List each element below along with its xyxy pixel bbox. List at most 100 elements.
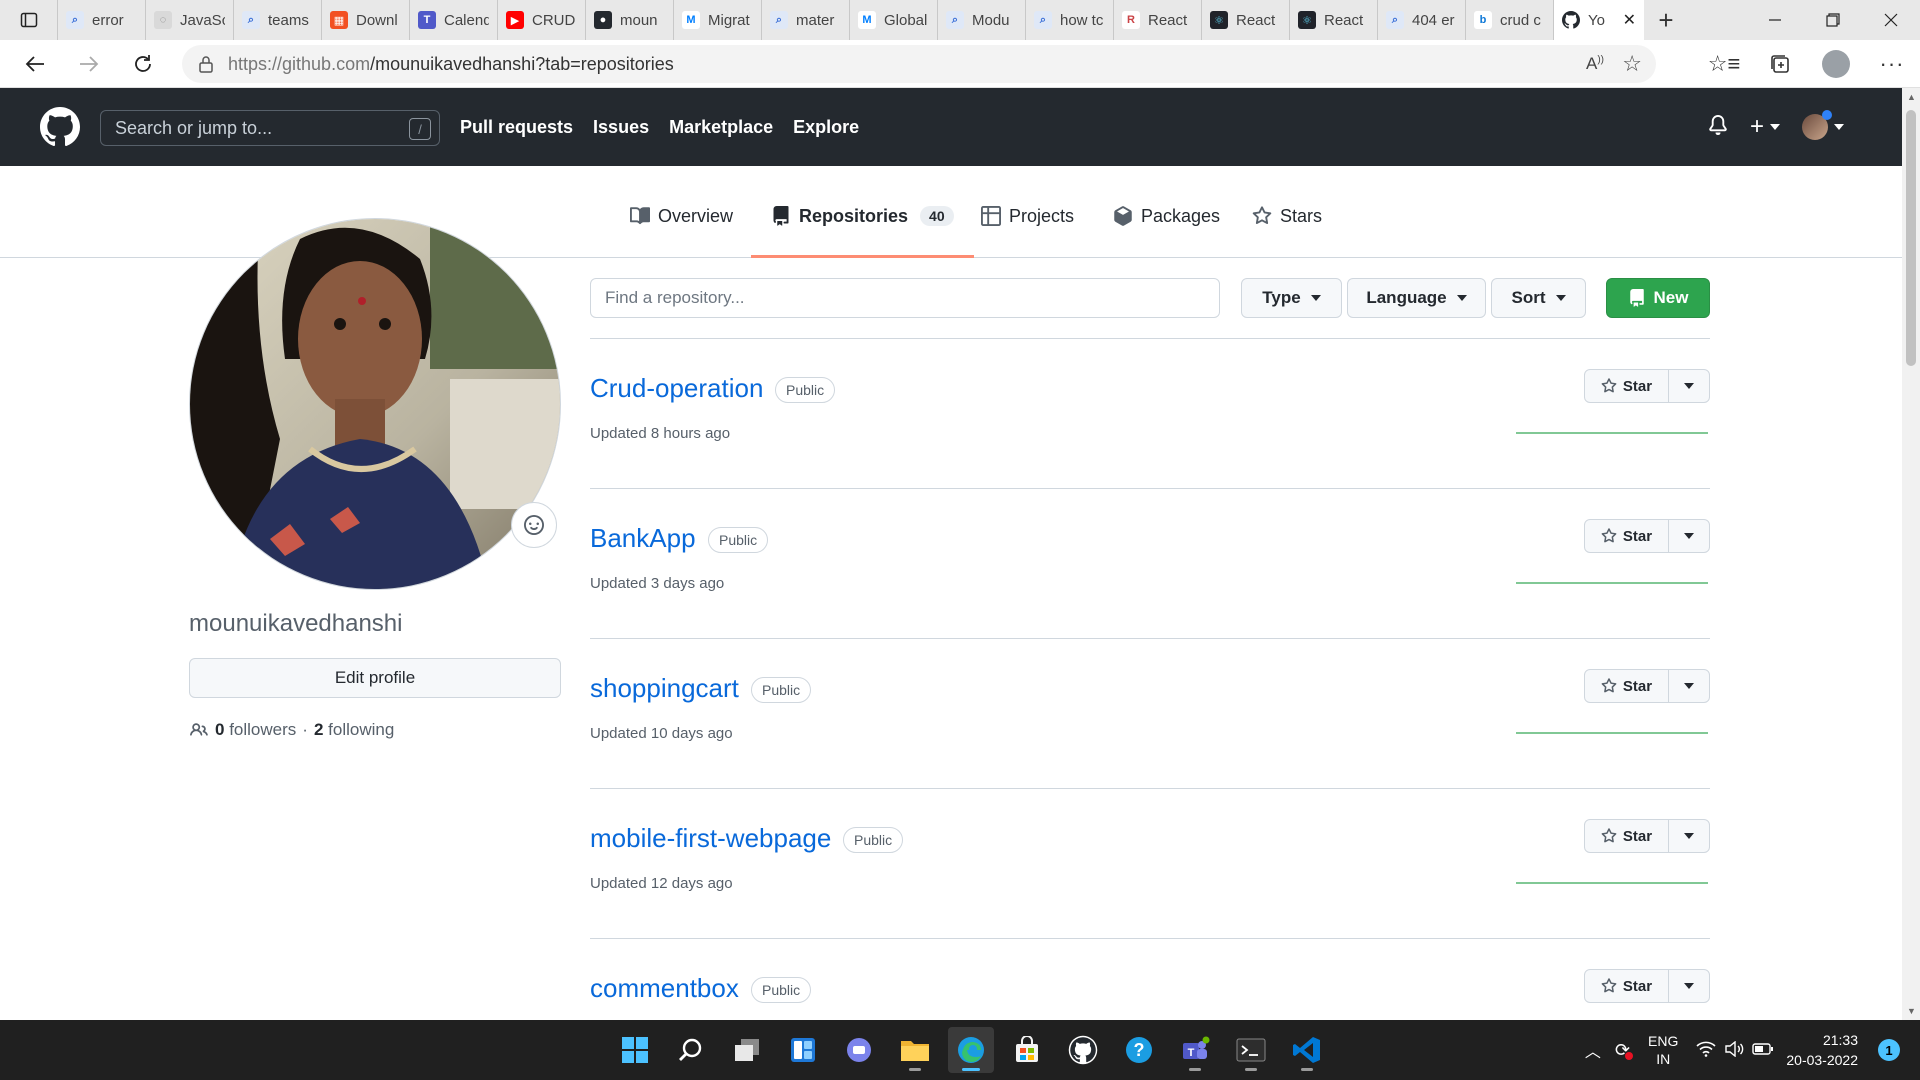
profile-button[interactable] (1808, 40, 1864, 88)
terminal-button[interactable] (1228, 1027, 1274, 1073)
nav-issues[interactable]: Issues (593, 117, 649, 138)
followers-link[interactable]: 0 followers (215, 720, 296, 740)
browser-tab[interactable]: ▶ CRUD (498, 0, 586, 40)
battery-icon[interactable] (1752, 1042, 1774, 1059)
repo-name-link[interactable]: commentbox (590, 973, 739, 1004)
wifi-icon[interactable] (1696, 1041, 1716, 1060)
widgets-icon (791, 1038, 815, 1062)
browser-tab[interactable]: T Calend (410, 0, 498, 40)
new-repository-button[interactable]: New (1606, 278, 1710, 318)
volume-icon[interactable] (1724, 1040, 1744, 1060)
settings-more-button[interactable]: ··· (1864, 40, 1920, 88)
tab-stars[interactable]: Stars (1252, 206, 1322, 258)
page-scrollbar[interactable]: ▲ ▼ (1902, 88, 1920, 1020)
star-list-dropdown[interactable] (1669, 370, 1709, 402)
star-list-dropdown[interactable] (1669, 520, 1709, 552)
sync-error-icon[interactable]: ⟳ (1615, 1040, 1634, 1061)
repo-name-link[interactable]: BankApp (590, 523, 696, 554)
collections-button[interactable] (1752, 40, 1808, 88)
star-list-dropdown[interactable] (1669, 820, 1709, 852)
find-repository-input[interactable] (590, 278, 1220, 318)
following-link[interactable]: 2 following (314, 720, 394, 740)
repo-name-link[interactable]: Crud-operation (590, 373, 763, 404)
running-indicator (1301, 1068, 1313, 1071)
scroll-up-arrow-icon[interactable]: ▲ (1907, 92, 1916, 102)
browser-tab[interactable]: ⌕ Modu (938, 0, 1026, 40)
repo-name-link[interactable]: mobile-first-webpage (590, 823, 831, 854)
restore-button[interactable] (1804, 0, 1862, 40)
type-filter-dropdown[interactable]: Type (1241, 278, 1342, 318)
browser-tab[interactable]: b crud c (1466, 0, 1554, 40)
close-tab-icon[interactable]: ✕ (1623, 10, 1636, 30)
browser-tab-active[interactable]: Yo ✕ (1554, 0, 1644, 40)
repo-name-link[interactable]: shoppingcart (590, 673, 739, 704)
tab-projects[interactable]: Projects (981, 206, 1074, 258)
star-list-dropdown[interactable] (1669, 670, 1709, 702)
browser-tab[interactable]: ● moun (586, 0, 674, 40)
browser-tab[interactable]: ⌕ 404 er (1378, 0, 1466, 40)
help-button[interactable]: ? (1116, 1027, 1162, 1073)
browser-tab[interactable]: ⚛ React (1202, 0, 1290, 40)
tab-overview[interactable]: Overview (630, 206, 733, 258)
show-hidden-icons-chevron-up-icon[interactable]: ︿ (1585, 1038, 1601, 1062)
vscode-button[interactable] (1284, 1027, 1330, 1073)
browser-tab[interactable]: ⌕ error (58, 0, 146, 40)
github-search-input[interactable]: Search or jump to... / (100, 110, 440, 146)
github-logo-icon[interactable] (40, 107, 80, 152)
star-button[interactable]: Star (1585, 820, 1669, 852)
github-desktop-button[interactable] (1060, 1027, 1106, 1073)
browser-tab[interactable]: R React (1114, 0, 1202, 40)
user-menu-dropdown[interactable] (1802, 110, 1844, 140)
refresh-button[interactable] (116, 40, 170, 88)
scroll-thumb[interactable] (1906, 110, 1916, 366)
browser-tab[interactable]: ⌕ mater (762, 0, 850, 40)
create-new-dropdown[interactable]: + (1750, 113, 1780, 141)
close-window-button[interactable] (1862, 0, 1920, 40)
nav-marketplace[interactable]: Marketplace (669, 117, 773, 138)
forward-button[interactable] (62, 40, 116, 88)
store-button[interactable] (1004, 1027, 1050, 1073)
tab-actions-button[interactable] (0, 0, 58, 40)
star-button[interactable]: Star (1585, 370, 1669, 402)
favorites-button[interactable]: ☆≡ (1696, 40, 1752, 88)
set-status-button[interactable] (511, 502, 557, 548)
browser-tab[interactable]: ⌕ teams (234, 0, 322, 40)
tab-repositories[interactable]: Repositories 40 (751, 206, 974, 258)
browser-tab[interactable]: ◌ JavaSc (146, 0, 234, 40)
widgets-button[interactable] (780, 1027, 826, 1073)
read-aloud-icon[interactable]: A)) (1586, 54, 1604, 74)
start-button[interactable] (612, 1027, 658, 1073)
star-button[interactable]: Star (1585, 670, 1669, 702)
address-bar[interactable]: https://github.com/mounuikavedhanshi?tab… (182, 45, 1656, 83)
chat-button[interactable] (836, 1027, 882, 1073)
notifications-bell-icon[interactable] (1708, 114, 1728, 141)
teams-button[interactable]: T (1172, 1027, 1218, 1073)
browser-tab[interactable]: ⚛ React (1290, 0, 1378, 40)
star-list-dropdown[interactable] (1669, 970, 1709, 1002)
profile-avatar[interactable] (189, 218, 561, 590)
browser-tab[interactable]: ⌕ how tc (1026, 0, 1114, 40)
nav-pull-requests[interactable]: Pull requests (460, 117, 573, 138)
edit-profile-button[interactable]: Edit profile (189, 658, 561, 698)
notification-center-badge[interactable]: 1 (1878, 1039, 1900, 1061)
add-favorite-icon[interactable]: ☆ (1622, 51, 1642, 77)
scroll-down-arrow-icon[interactable]: ▼ (1907, 1006, 1916, 1016)
task-view-button[interactable] (724, 1027, 770, 1073)
tab-packages[interactable]: Packages (1113, 206, 1220, 258)
taskbar-search-button[interactable] (668, 1027, 714, 1073)
language-filter-dropdown[interactable]: Language (1347, 278, 1486, 318)
browser-tab[interactable]: M Migrat (674, 0, 762, 40)
file-explorer-button[interactable] (892, 1027, 938, 1073)
taskbar-clock[interactable]: 21:33 20-03-2022 (1786, 1030, 1858, 1070)
minimize-button[interactable] (1746, 0, 1804, 40)
star-button[interactable]: Star (1585, 970, 1669, 1002)
star-button[interactable]: Star (1585, 520, 1669, 552)
new-tab-button[interactable]: + (1644, 0, 1688, 40)
input-language-indicator[interactable]: ENG IN (1648, 1032, 1678, 1068)
browser-tab[interactable]: M Global (850, 0, 938, 40)
nav-explore[interactable]: Explore (793, 117, 859, 138)
back-button[interactable] (8, 40, 62, 88)
sort-dropdown[interactable]: Sort (1491, 278, 1586, 318)
edge-button[interactable] (948, 1027, 994, 1073)
browser-tab[interactable]: ▦ Downl (322, 0, 410, 40)
